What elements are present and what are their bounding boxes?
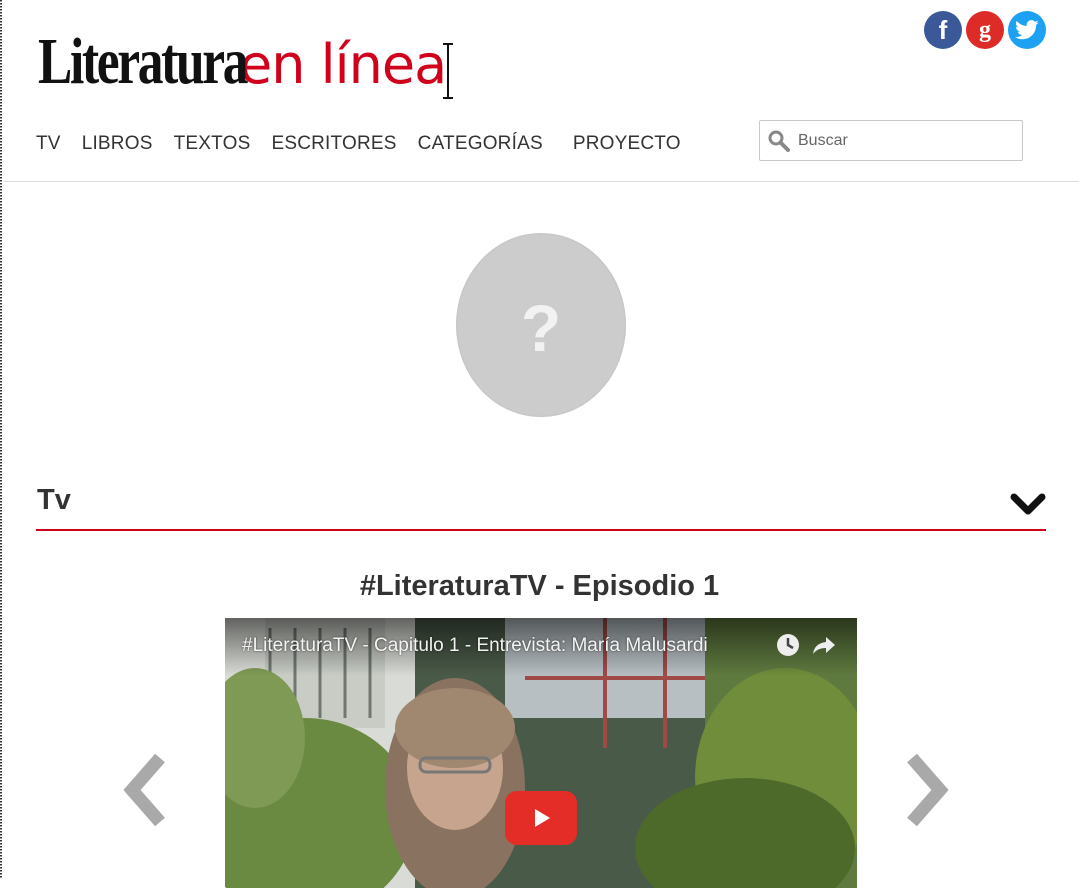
nav-item-tv[interactable]: TV — [36, 133, 61, 155]
magnifier-icon[interactable] — [766, 127, 794, 155]
avatar: ? — [456, 233, 626, 417]
chevron-right-icon[interactable] — [900, 750, 950, 830]
episode-title: #LiteraturaTV - Episodio 1 — [359, 570, 720, 602]
nav-item-textos[interactable]: TEXTOS — [174, 133, 251, 155]
share-arrow-icon[interactable] — [811, 632, 837, 658]
logo-en-linea: en línea — [239, 33, 447, 96]
chevron-down-icon[interactable] — [1010, 492, 1046, 518]
logo-cursor-icon — [443, 43, 453, 99]
video-title[interactable]: #LiteraturaTV - Capitulo 1 - Entrevista:… — [242, 635, 708, 657]
section-title: Tv — [37, 484, 71, 516]
nav-item-libros[interactable]: LIBROS — [82, 133, 153, 155]
facebook-icon[interactable]: f — [924, 11, 962, 49]
play-icon — [535, 809, 550, 827]
play-button[interactable] — [505, 791, 577, 845]
facebook-glyph: f — [938, 14, 948, 45]
chevron-left-icon[interactable] — [122, 750, 172, 830]
main-nav: TV LIBROS TEXTOS ESCRITORES CATEGORÍAS P… — [36, 133, 702, 155]
search-input[interactable] — [796, 130, 1000, 151]
google-plus-glyph: g — [979, 16, 991, 43]
nav-item-categorias[interactable]: CATEGORÍAS — [418, 133, 543, 155]
search-box — [759, 120, 1023, 161]
nav-item-escritores[interactable]: ESCRITORES — [271, 133, 396, 155]
clock-icon[interactable] — [775, 632, 801, 658]
video-player[interactable]: #LiteraturaTV - Capitulo 1 - Entrevista:… — [225, 618, 857, 888]
google-plus-icon[interactable]: g — [966, 11, 1004, 49]
section-divider — [36, 529, 1046, 531]
twitter-bird-icon — [1015, 20, 1039, 40]
page-left-border — [0, 0, 3, 878]
twitter-icon[interactable] — [1008, 11, 1046, 49]
header-divider — [3, 181, 1079, 182]
nav-item-proyecto[interactable]: PROYECTO — [573, 133, 681, 155]
avatar-placeholder-icon: ? — [520, 291, 562, 365]
logo-literatura: Literatura — [38, 25, 249, 98]
site-logo[interactable]: Literatura en línea — [38, 24, 447, 104]
